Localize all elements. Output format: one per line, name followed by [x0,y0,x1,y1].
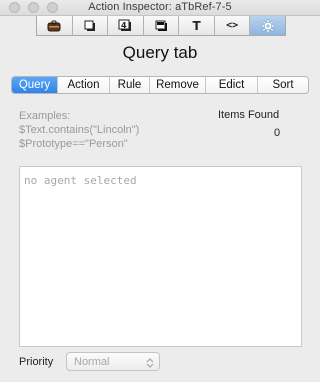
toolbar-text-style-button[interactable]: T [179,16,215,35]
segmented-tabs: Query Action Rule Remove Edict Sort [11,76,309,94]
gear-icon [260,18,275,33]
text-t-icon: T [192,18,201,33]
items-found-count: 0 [274,127,281,139]
code-brackets-icon: <> [226,20,239,31]
toolbar-code-button[interactable]: <> [214,16,251,35]
document-icon [84,20,96,32]
tab-edict[interactable]: Edict [206,77,258,93]
page-title: Query tab [122,43,198,62]
toolbar-text-button[interactable] [72,16,109,35]
priority-label: Priority [19,356,54,368]
toolbar-general-button[interactable] [37,16,73,35]
tab-rule[interactable]: Rule [110,77,150,93]
tab-query[interactable]: Query [12,77,58,93]
toolbar-action-button[interactable] [250,16,286,35]
shadow-square-icon [155,20,168,32]
tab-remove[interactable]: Remove [150,77,206,93]
priority-select[interactable]: Normal [66,352,160,371]
tab-action[interactable]: Action [58,77,110,93]
query-editor[interactable]: no agent selected [19,166,302,347]
items-found-label: Items Found [218,109,280,121]
inspector-toolbar: 4 T <> [36,16,286,36]
toolbar-appearance-button[interactable] [143,16,180,35]
query-examples: Examples: $Text.contains("Lincoln") $Pro… [19,109,139,151]
example-line-2: $Prototype=="Person" [19,138,128,150]
examples-heading: Examples: [19,110,71,122]
title-bar: Action Inspector: aTbRef-7-5 [0,0,320,16]
priority-value: Normal [74,356,110,368]
svg-text:4: 4 [121,21,127,30]
updown-chevron-icon [146,356,154,374]
example-line-1: $Text.contains("Lincoln") [19,124,140,136]
window-title: Action Inspector: aTbRef-7-5 [88,1,232,13]
suitcase-icon [47,20,61,32]
query-placeholder: no agent selected [24,174,137,187]
tab-sort[interactable]: Sort [258,77,308,93]
four-icon: 4 [118,19,132,32]
toolbar-properties-button[interactable]: 4 [108,16,144,35]
